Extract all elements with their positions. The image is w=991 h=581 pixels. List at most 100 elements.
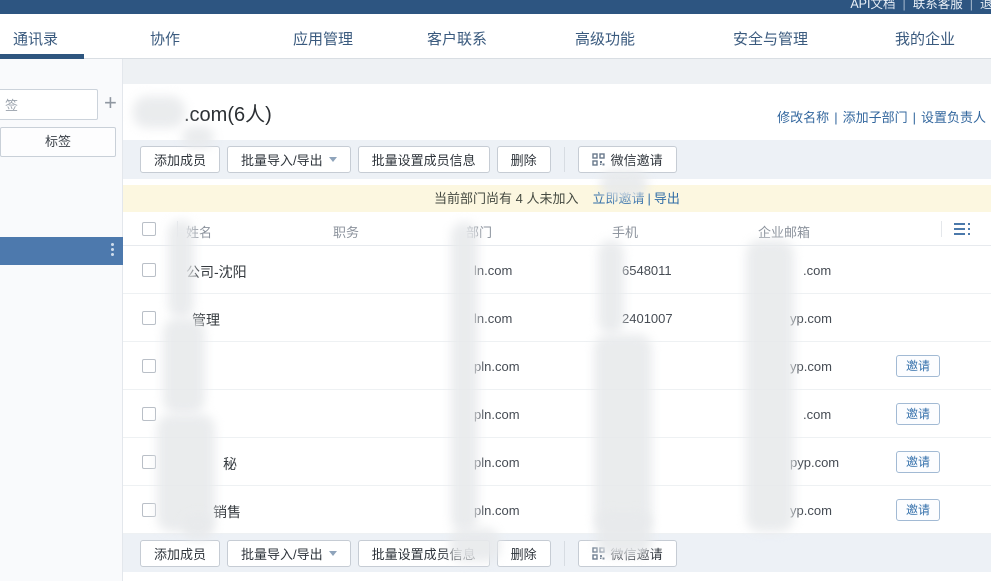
select-checkbox[interactable]	[142, 311, 156, 325]
tab-app-management[interactable]: 应用管理	[293, 28, 353, 49]
invite-now-link[interactable]: 立即邀请	[593, 191, 645, 206]
tab-security-management[interactable]: 安全与管理	[733, 28, 808, 49]
member-email: yp.com	[790, 359, 832, 374]
link-separator: |	[834, 110, 837, 125]
toolbar-divider	[564, 541, 565, 566]
rename-link[interactable]: 修改名称	[777, 110, 829, 125]
member-department: pln.com	[474, 359, 520, 374]
topbar-separator: |	[970, 0, 973, 11]
column-mobile: 手机	[612, 222, 638, 241]
member-toolbar-top: 添加成员 批量导入/导出 批量设置成员信息 删除 微信邀请	[123, 140, 991, 179]
contacts-sidebar: + 标签	[0, 59, 123, 581]
member-mobile: 2401007	[622, 311, 673, 326]
member-department: pln.com	[474, 407, 520, 422]
delete-button[interactable]: 删除	[497, 540, 551, 567]
batch-import-export-label: 批量导入/导出	[241, 544, 323, 563]
set-manager-link[interactable]: 设置负责人	[921, 110, 986, 125]
batch-set-info-button[interactable]: 批量设置成员信息	[358, 540, 490, 567]
table-row: pln.com .com 邀请	[123, 390, 991, 438]
toolbar-divider	[564, 147, 565, 172]
select-checkbox[interactable]	[142, 503, 156, 517]
invite-button[interactable]: 邀请	[896, 355, 940, 377]
api-docs-link[interactable]: API文档	[850, 0, 895, 11]
member-email: .com	[803, 407, 831, 422]
tab-contacts[interactable]: 通讯录	[13, 28, 58, 49]
department-actions: 修改名称 | 添加子部门 | 设置负责人	[777, 107, 986, 126]
tab-collaboration[interactable]: 协作	[150, 28, 180, 49]
column-department: 部门	[466, 222, 492, 241]
tab-advanced-features[interactable]: 高级功能	[575, 28, 635, 49]
member-table-body: 公司-沈阳 ln.com 6548011 .com 管理 ln.com 2401…	[123, 246, 991, 534]
pending-members-banner: 当前部门尚有 4 人未加入立即邀请|导出	[123, 185, 991, 212]
batch-set-info-label: 批量设置成员信息	[372, 544, 476, 563]
tab-customer-contact[interactable]: 客户联系	[427, 28, 487, 49]
select-checkbox[interactable]	[142, 263, 156, 277]
add-member-label: 添加成员	[154, 544, 206, 563]
more-options-icon[interactable]	[111, 243, 114, 246]
select-checkbox[interactable]	[142, 359, 156, 373]
member-department: ln.com	[474, 263, 512, 278]
batch-import-export-button[interactable]: 批量导入/导出	[227, 540, 351, 567]
add-member-label: 添加成员	[154, 150, 206, 169]
batch-import-export-button[interactable]: 批量导入/导出	[227, 146, 351, 173]
wechat-invite-button[interactable]: 微信邀请	[578, 540, 677, 567]
add-icon[interactable]: +	[104, 90, 117, 116]
invite-button[interactable]: 邀请	[896, 403, 940, 425]
delete-button[interactable]: 删除	[497, 146, 551, 173]
member-email: yp.com	[790, 503, 832, 518]
sidebar-search-input[interactable]	[0, 89, 98, 120]
table-row: 销售 pln.com yp.com 邀请	[123, 486, 991, 534]
qrcode-icon	[592, 547, 605, 560]
page-background-strip	[0, 59, 991, 84]
wechat-invite-label: 微信邀请	[611, 544, 663, 563]
member-list-panel: .com(6人) 修改名称|添加子部门|设置负责人 添加成员 批量导入/导出 批…	[123, 84, 991, 581]
column-settings-icon[interactable]	[954, 223, 972, 235]
select-all-checkbox[interactable]	[142, 222, 156, 236]
banner-text: 当前部门尚有 4 人未加入	[434, 191, 578, 206]
dropdown-arrow-icon	[329, 157, 337, 162]
logout-link[interactable]: 退出	[980, 0, 991, 11]
tag-button[interactable]: 标签	[0, 127, 116, 157]
invite-button[interactable]: 邀请	[896, 451, 940, 473]
member-name: 管理	[192, 310, 220, 330]
table-row: pln.com yp.com 邀请	[123, 342, 991, 390]
member-name: 公司-沈阳	[186, 262, 247, 282]
delete-label: 删除	[511, 150, 537, 169]
invite-button[interactable]: 邀请	[896, 499, 940, 521]
member-department: pln.com	[474, 503, 520, 518]
add-member-button[interactable]: 添加成员	[140, 146, 220, 173]
wechat-invite-button[interactable]: 微信邀请	[578, 146, 677, 173]
column-email: 企业邮箱	[758, 222, 810, 241]
export-link[interactable]: 导出	[654, 191, 680, 206]
select-checkbox[interactable]	[142, 407, 156, 421]
table-row: 管理 ln.com 2401007 yp.com	[123, 294, 991, 342]
contact-support-link[interactable]: 联系客服	[913, 0, 963, 11]
table-row: 公司-沈阳 ln.com 6548011 .com	[123, 246, 991, 294]
banner-separator: |	[648, 191, 651, 206]
add-sub-department-link[interactable]: 添加子部门	[843, 110, 908, 125]
top-account-links: API文档 | 联系客服 | 退出	[850, 0, 991, 12]
link-separator: |	[913, 110, 916, 125]
member-email: yp.com	[790, 311, 832, 326]
member-table-header: 姓名 职务 部门 手机 企业邮箱	[123, 212, 991, 246]
topbar-separator: |	[902, 0, 905, 11]
member-name: 秘	[223, 454, 237, 474]
member-department: pln.com	[474, 455, 520, 470]
add-member-button[interactable]: 添加成员	[140, 540, 220, 567]
tab-my-enterprise[interactable]: 我的企业	[895, 28, 955, 49]
member-toolbar-bottom: 添加成员 批量导入/导出 批量设置成员信息 删除 微信邀请	[123, 534, 991, 572]
wechat-invite-label: 微信邀请	[611, 150, 663, 169]
column-title: 职务	[333, 222, 359, 241]
main-navbar: 通讯录 协作 应用管理 客户联系 高级功能 安全与管理 我的企业	[0, 14, 991, 59]
header-divider	[177, 221, 178, 237]
batch-set-info-label: 批量设置成员信息	[372, 150, 476, 169]
member-name: 销售	[213, 502, 241, 522]
member-email: .com	[803, 263, 831, 278]
dropdown-arrow-icon	[329, 551, 337, 556]
sidebar-item-selected-department[interactable]	[0, 237, 123, 265]
delete-label: 删除	[511, 544, 537, 563]
select-checkbox[interactable]	[142, 455, 156, 469]
member-mobile: 6548011	[622, 263, 672, 278]
member-email: pyp.com	[790, 455, 839, 470]
batch-set-info-button[interactable]: 批量设置成员信息	[358, 146, 490, 173]
